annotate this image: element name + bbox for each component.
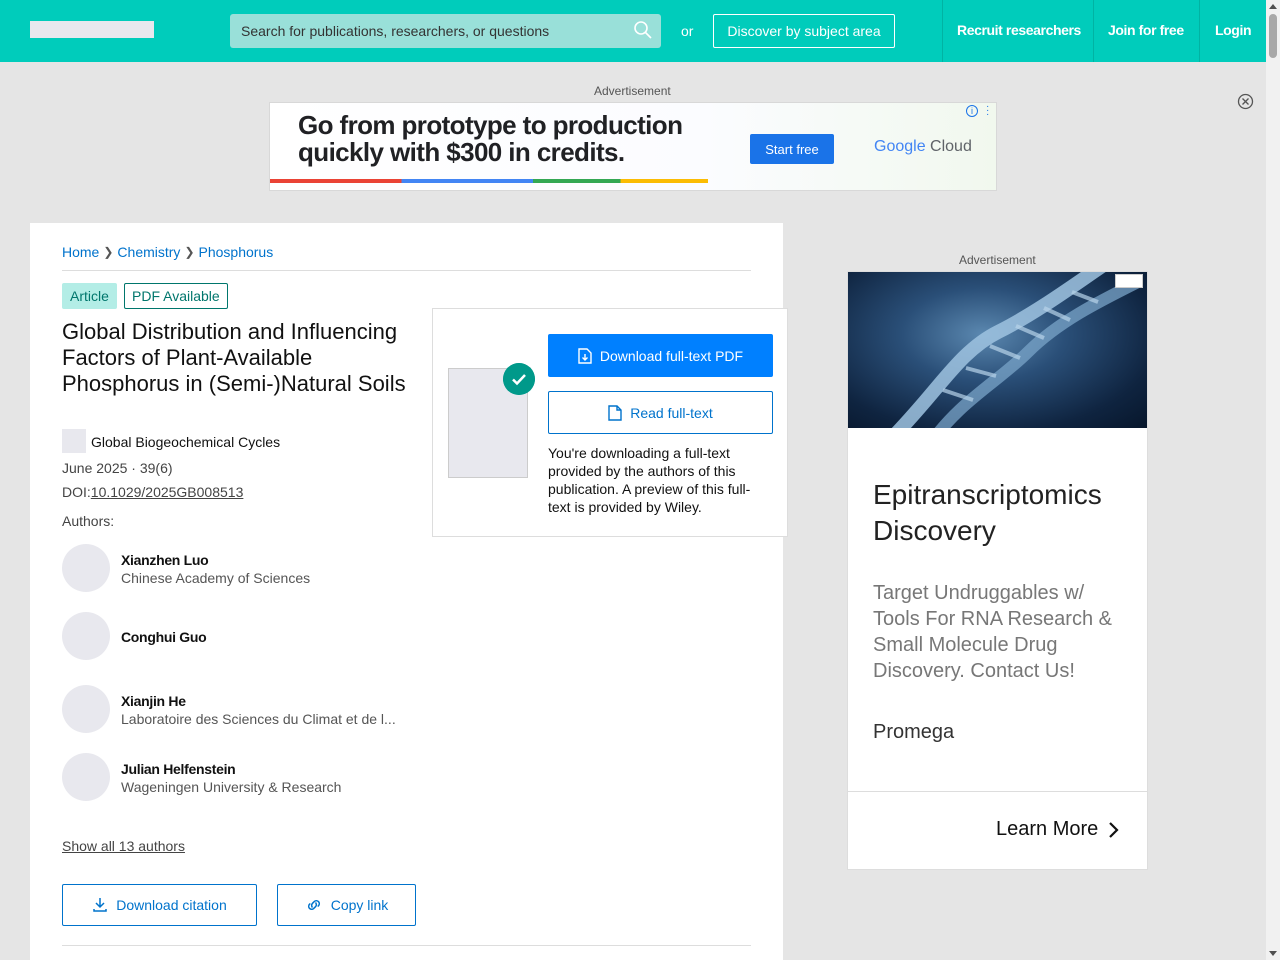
author-item[interactable]: Xianzhen Luo Chinese Academy of Sciences <box>62 544 462 592</box>
dna-helix-icon <box>891 272 1141 428</box>
breadcrumb-phosphorus[interactable]: Phosphorus <box>199 244 274 260</box>
download-fulltext-pdf-button[interactable]: Download full-text PDF <box>548 334 773 377</box>
link-icon <box>307 899 320 911</box>
authors-label: Authors: <box>62 513 115 529</box>
divider <box>848 791 1147 792</box>
publication-date: June 2025 · 39(6) <box>62 460 173 476</box>
article-type-badge: Article <box>62 283 117 309</box>
scroll-up-arrow[interactable] <box>1269 4 1277 9</box>
doi: DOI:10.1029/2025GB008513 <box>62 484 244 500</box>
adchoices-icon[interactable] <box>1115 274 1143 288</box>
author-item[interactable]: Julian Helfenstein Wageningen University… <box>62 753 462 801</box>
banner-ad-label: Advertisement <box>594 84 671 98</box>
breadcrumb-home[interactable]: Home <box>62 244 99 260</box>
breadcrumb: Home ❯ Chemistry ❯ Phosphorus <box>62 244 273 260</box>
author-name[interactable]: Xianzhen Luo <box>121 552 209 568</box>
breadcrumb-chemistry[interactable]: Chemistry <box>117 244 180 260</box>
page-scrollbar[interactable] <box>1266 0 1280 960</box>
pdf-available-badge: PDF Available <box>124 283 228 309</box>
journal-name[interactable]: Global Biogeochemical Cycles <box>91 434 280 450</box>
author-affiliation: Wageningen University & Research <box>121 779 342 795</box>
start-free-button[interactable]: Start free <box>750 134 834 164</box>
ad-info-icon[interactable]: i <box>966 105 978 117</box>
side-ad-title: Epitranscriptomics Discovery <box>873 479 1102 546</box>
download-note: You're downloading a full-text provided … <box>548 445 751 515</box>
google-cloud-logo: Google Cloud <box>874 138 972 155</box>
journal-logo <box>62 429 86 453</box>
author-name[interactable]: Xianjin He <box>121 693 186 709</box>
banner-ad-headline: Go from prototype to production quickly … <box>298 110 683 167</box>
check-icon <box>503 363 535 395</box>
recruit-researchers-link[interactable]: Recruit researchers <box>957 22 1081 38</box>
copy-link-button[interactable]: Copy link <box>277 884 416 926</box>
search-input[interactable]: Search for publications, researchers, or… <box>230 14 661 48</box>
document-icon <box>608 404 622 421</box>
banner-color-stripe <box>270 179 708 183</box>
author-affiliation: Chinese Academy of Sciences <box>121 570 311 586</box>
divider <box>62 270 751 271</box>
chevron-right-icon <box>1109 821 1119 838</box>
ad-menu-icon[interactable]: · · · <box>986 103 990 120</box>
avatar <box>62 544 110 592</box>
author-item[interactable]: Xianjin He Laboratoire des Sciences du C… <box>62 685 462 733</box>
show-all-authors-link[interactable]: Show all 13 authors <box>62 838 185 854</box>
avatar <box>62 685 110 733</box>
chevron-right-icon: ❯ <box>184 245 195 259</box>
author-item[interactable]: Conghui Guo <box>62 612 462 660</box>
nav-divider <box>942 0 943 62</box>
search-icon[interactable] <box>633 20 653 40</box>
author-name[interactable]: Julian Helfenstein <box>121 761 236 777</box>
avatar <box>62 612 110 660</box>
close-ad-icon[interactable] <box>1237 93 1254 110</box>
author-name[interactable]: Conghui Guo <box>121 629 207 645</box>
page-title: Global Distribution and Influencing Fact… <box>62 319 406 396</box>
read-fulltext-button[interactable]: Read full-text <box>548 391 773 434</box>
avatar <box>62 753 110 801</box>
dna-helix-image[interactable] <box>848 272 1147 428</box>
login-link[interactable]: Login <box>1215 22 1252 38</box>
side-ad-brand: Promega <box>873 721 955 743</box>
or-text: or <box>681 23 694 39</box>
author-affiliation: Laboratoire des Sciences du Climat et de… <box>121 711 396 727</box>
pdf-download-icon <box>578 347 592 364</box>
divider <box>62 945 751 946</box>
top-nav-bar: Search for publications, researchers, or… <box>0 0 1266 62</box>
scroll-thumb[interactable] <box>1269 14 1277 58</box>
search-placeholder: Search for publications, researchers, or… <box>241 23 550 39</box>
nav-divider <box>1199 0 1200 62</box>
download-citation-button[interactable]: Download citation <box>62 884 257 926</box>
learn-more-button[interactable]: Learn More <box>996 818 1120 841</box>
join-for-free-link[interactable]: Join for free <box>1108 22 1184 38</box>
site-logo[interactable] <box>30 21 154 38</box>
download-icon <box>93 898 107 912</box>
discover-by-subject-button[interactable]: Discover by subject area <box>713 14 895 48</box>
scroll-down-arrow[interactable] <box>1269 951 1277 956</box>
side-ad[interactable]: Epitranscriptomics Discovery Target Undr… <box>847 271 1148 870</box>
chevron-right-icon: ❯ <box>103 245 114 259</box>
nav-divider <box>1093 0 1094 62</box>
doi-link[interactable]: 10.1029/2025GB008513 <box>91 484 244 500</box>
side-ad-label: Advertisement <box>959 253 1036 267</box>
banner-ad[interactable]: Go from prototype to production quickly … <box>269 102 997 191</box>
download-panel: Download full-text PDF Read full-text Yo… <box>432 308 788 537</box>
side-ad-body: Target Undruggables w/ Tools For RNA Res… <box>873 582 1112 682</box>
